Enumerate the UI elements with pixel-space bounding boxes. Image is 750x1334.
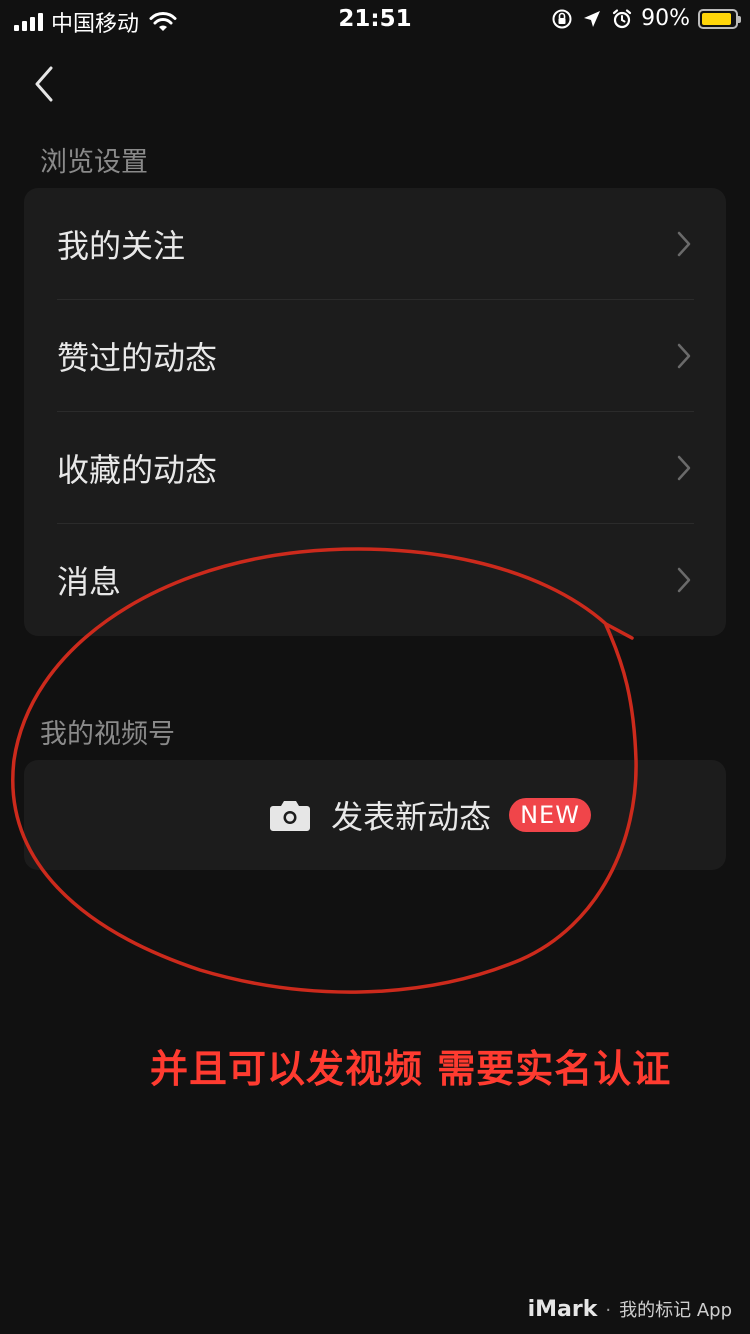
camera-icon — [270, 801, 311, 831]
battery-icon — [698, 8, 741, 29]
publish-inner: 发表新动态 NEW — [269, 792, 591, 838]
battery-fill — [702, 12, 731, 25]
list-item-following[interactable]: 我的关注 — [24, 188, 726, 300]
watermark-brand: iMark — [527, 1297, 598, 1322]
list-item-label: 消息 — [57, 563, 122, 601]
list-item-label: 赞过的动态 — [57, 339, 218, 377]
chevron-right-icon — [677, 455, 691, 481]
watermark-app: 我的标记 App — [619, 1300, 732, 1321]
list-item-favorited-posts[interactable]: 收藏的动态 — [24, 412, 726, 524]
list-item-liked-posts[interactable]: 赞过的动态 — [24, 300, 726, 412]
annotation-text: 并且可以发视频 需要实名认证 — [150, 1047, 672, 1091]
watermark-separator: · — [605, 1300, 612, 1321]
alarm-icon — [612, 8, 632, 28]
my-channel-title: 我的视频号 — [40, 719, 175, 750]
list-item-label: 我的关注 — [57, 227, 186, 265]
my-channel-card: 发表新动态 NEW — [24, 760, 726, 870]
status-bar: 中国移动 21:51 90% — [0, 0, 750, 40]
list-item-label: 收藏的动态 — [57, 451, 218, 489]
list-item-messages[interactable]: 消息 — [24, 524, 726, 636]
location-icon — [584, 10, 601, 27]
orientation-lock-icon — [552, 9, 572, 28]
browse-settings-title: 浏览设置 — [40, 147, 148, 178]
back-button[interactable] — [22, 60, 66, 108]
chevron-right-icon — [677, 343, 691, 369]
chevron-left-icon — [35, 66, 53, 102]
battery-percent: 90% — [641, 6, 690, 31]
watermark: iMark · 我的标记 App — [528, 1296, 732, 1322]
browse-settings-card: 我的关注 赞过的动态 收藏的动态 消息 — [24, 188, 726, 636]
battery-tip — [738, 15, 741, 23]
chevron-right-icon — [677, 567, 691, 593]
status-right: 90% — [551, 6, 741, 31]
chevron-right-icon — [677, 231, 691, 257]
publish-new-post-button[interactable]: 发表新动态 NEW — [24, 760, 726, 870]
publish-label: 发表新动态 — [331, 798, 492, 836]
new-badge: NEW — [509, 798, 591, 832]
